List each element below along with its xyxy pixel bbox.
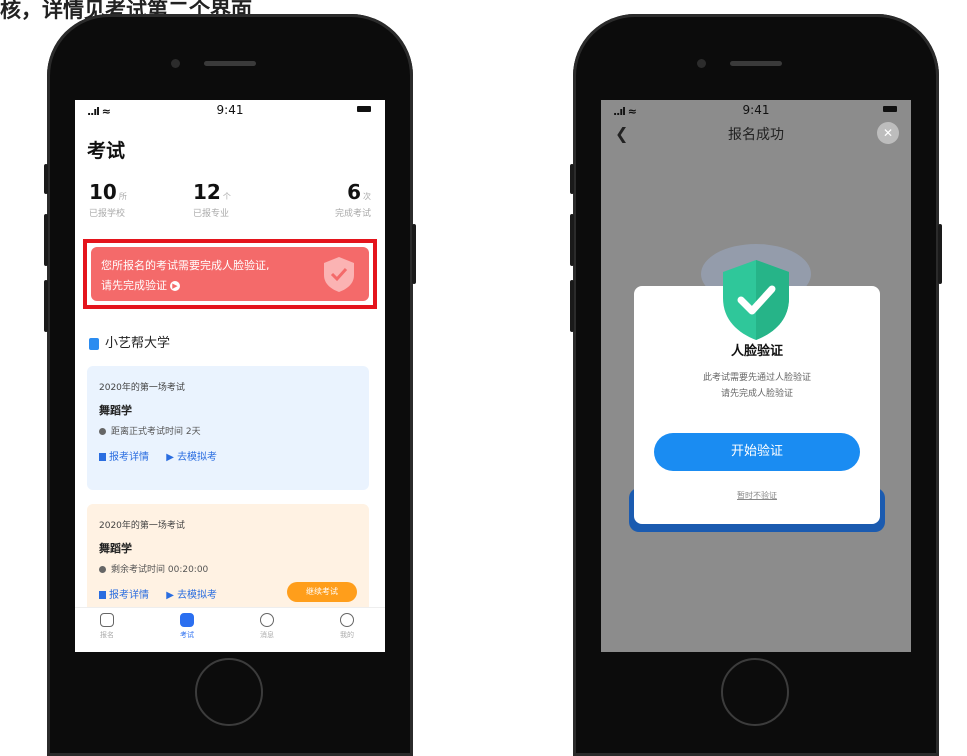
highlight-frame: 您所报名的考试需要完成人脸验证, 请先完成验证 ▶ bbox=[83, 239, 377, 309]
dialog-message: 此考试需要先通过人脸验证 bbox=[702, 373, 811, 383]
exam-icon bbox=[180, 613, 194, 627]
stat-number: 12 bbox=[193, 180, 221, 204]
tab-label: 考试 bbox=[180, 631, 194, 639]
earpiece-speaker bbox=[730, 61, 782, 66]
volume-up bbox=[570, 214, 574, 266]
exam-time-info: 距离正式考试时间 2天 bbox=[99, 424, 201, 437]
dialog-hint: 请先完成人脸验证 bbox=[720, 389, 793, 399]
tab-mine[interactable]: 我的 bbox=[327, 613, 367, 640]
exam-detail-text: 报考详情 bbox=[109, 452, 149, 463]
nav-title: 报名成功 bbox=[728, 127, 784, 143]
face-verify-banner[interactable]: 您所报名的考试需要完成人脸验证, 请先完成验证 ▶ bbox=[91, 247, 369, 301]
exam-time-text: 剩余考试时间 00:20:00 bbox=[111, 565, 209, 575]
tab-label: 消息 bbox=[260, 631, 274, 639]
clock-icon bbox=[99, 566, 106, 573]
success-screen: ..ıl ≈ 9:41 ❮ 报名成功 ✕ 人脸验证 此考试需要先通过人脸验证 请… bbox=[601, 100, 911, 652]
status-time: 9:41 bbox=[742, 103, 770, 117]
school-logo-icon bbox=[89, 337, 99, 350]
tab-label: 报名 bbox=[100, 631, 114, 639]
exam-screen: ..ıl ≈ 9:41 考试 10 所 已报学校 12 个 已报专业 6次 完成考试… bbox=[75, 100, 385, 652]
school-name: 小艺帮大学 bbox=[105, 336, 171, 351]
tab-messages[interactable]: 消息 bbox=[247, 613, 287, 640]
exam-time-info: 剩余考试时间 00:20:00 bbox=[99, 562, 208, 575]
mock-exam-link[interactable]: ▶ 去模拟考 bbox=[166, 590, 217, 601]
exam-major: 舞蹈学 bbox=[99, 404, 132, 417]
stat-label: 已报专业 bbox=[193, 209, 230, 219]
earpiece-speaker bbox=[204, 61, 256, 66]
chevron-right-icon: ▶ bbox=[170, 281, 180, 291]
stat-label: 已报学校 bbox=[89, 209, 126, 219]
home-button[interactable] bbox=[721, 658, 789, 726]
tab-label: 我的 bbox=[340, 631, 354, 639]
stat-number: 6 bbox=[347, 180, 361, 204]
nav-bar: ❮ 报名成功 ✕ bbox=[601, 120, 911, 154]
status-bar: ..ıl ≈ 9:41 bbox=[75, 100, 385, 120]
tab-bar: 报名 考试 消息 我的 bbox=[75, 607, 385, 652]
tab-exam[interactable]: 考试 bbox=[167, 613, 207, 640]
stat-schools: 10 所 已报学校 bbox=[89, 180, 179, 219]
exam-round: 2020年的第一场考试 bbox=[99, 383, 185, 393]
continue-exam-button[interactable]: 继续考试 bbox=[287, 582, 357, 602]
exam-time-text: 距离正式考试时间 2天 bbox=[111, 427, 201, 437]
document-icon bbox=[99, 453, 106, 461]
home-button[interactable] bbox=[195, 658, 263, 726]
exam-major: 舞蹈学 bbox=[99, 542, 132, 555]
volume-down bbox=[570, 280, 574, 332]
exam-links: 报考详情 ▶ 去模拟考 bbox=[99, 586, 231, 601]
banner-link-text: 请先完成验证 bbox=[101, 279, 167, 292]
exam-round: 2020年的第一场考试 bbox=[99, 521, 185, 531]
close-icon[interactable]: ✕ bbox=[877, 122, 899, 144]
front-camera bbox=[171, 59, 180, 68]
phone-right: ..ıl ≈ 9:41 ❮ 报名成功 ✕ 人脸验证 此考试需要先通过人脸验证 请… bbox=[570, 14, 942, 756]
exam-detail-link[interactable]: 报考详情 bbox=[99, 452, 149, 463]
mock-exam-text: 去模拟考 bbox=[177, 452, 218, 463]
exam-card[interactable]: 2020年的第一场考试 舞蹈学 距离正式考试时间 2天 报考详情 ▶ 去模拟考 bbox=[87, 366, 369, 490]
stat-number: 10 bbox=[89, 180, 117, 204]
status-bar: ..ıl ≈ 9:41 bbox=[601, 100, 911, 120]
mock-exam-link[interactable]: ▶ 去模拟考 bbox=[166, 452, 217, 463]
power-button bbox=[938, 224, 942, 284]
status-time: 9:41 bbox=[216, 103, 244, 117]
tab-register[interactable]: 报名 bbox=[87, 613, 127, 640]
exam-detail-text: 报考详情 bbox=[109, 590, 149, 601]
stat-majors: 12 个 已报专业 bbox=[193, 180, 283, 219]
shield-check-icon bbox=[324, 257, 354, 292]
exam-detail-link[interactable]: 报考详情 bbox=[99, 590, 149, 601]
volume-up bbox=[44, 214, 48, 266]
stat-label: 完成考试 bbox=[334, 209, 371, 219]
shield-check-icon bbox=[723, 260, 789, 340]
banner-link[interactable]: 请先完成验证 ▶ bbox=[101, 277, 180, 293]
home-icon bbox=[100, 613, 114, 627]
clock-icon bbox=[99, 428, 106, 435]
mute-switch bbox=[44, 164, 48, 194]
banner-text: 您所报名的考试需要完成人脸验证, bbox=[101, 259, 270, 272]
stat-unit: 次 bbox=[363, 192, 371, 201]
mute-switch bbox=[570, 164, 574, 194]
dialog-title: 人脸验证 bbox=[730, 344, 783, 359]
mock-exam-text: 去模拟考 bbox=[177, 590, 218, 601]
phone-left: ..ıl ≈ 9:41 考试 10 所 已报学校 12 个 已报专业 6次 完成考试… bbox=[44, 14, 416, 756]
front-camera bbox=[697, 59, 706, 68]
stat-exams: 6次 完成考试 bbox=[315, 180, 371, 219]
stat-unit: 个 bbox=[222, 192, 231, 201]
battery-icon bbox=[357, 106, 371, 112]
exam-links: 报考详情 ▶ 去模拟考 bbox=[99, 448, 231, 463]
school-heading: 小艺帮大学 bbox=[89, 332, 170, 351]
start-verify-button[interactable]: 开始验证 bbox=[654, 433, 860, 471]
battery-icon bbox=[883, 106, 897, 112]
document-icon bbox=[99, 591, 106, 599]
skip-verify-link[interactable]: 暂时不验证 bbox=[634, 490, 880, 501]
volume-down bbox=[44, 280, 48, 332]
power-button bbox=[412, 224, 416, 284]
message-icon bbox=[260, 613, 274, 627]
page-title: 考试 bbox=[87, 140, 126, 162]
smile-icon bbox=[340, 613, 354, 627]
stat-unit: 所 bbox=[118, 192, 127, 201]
